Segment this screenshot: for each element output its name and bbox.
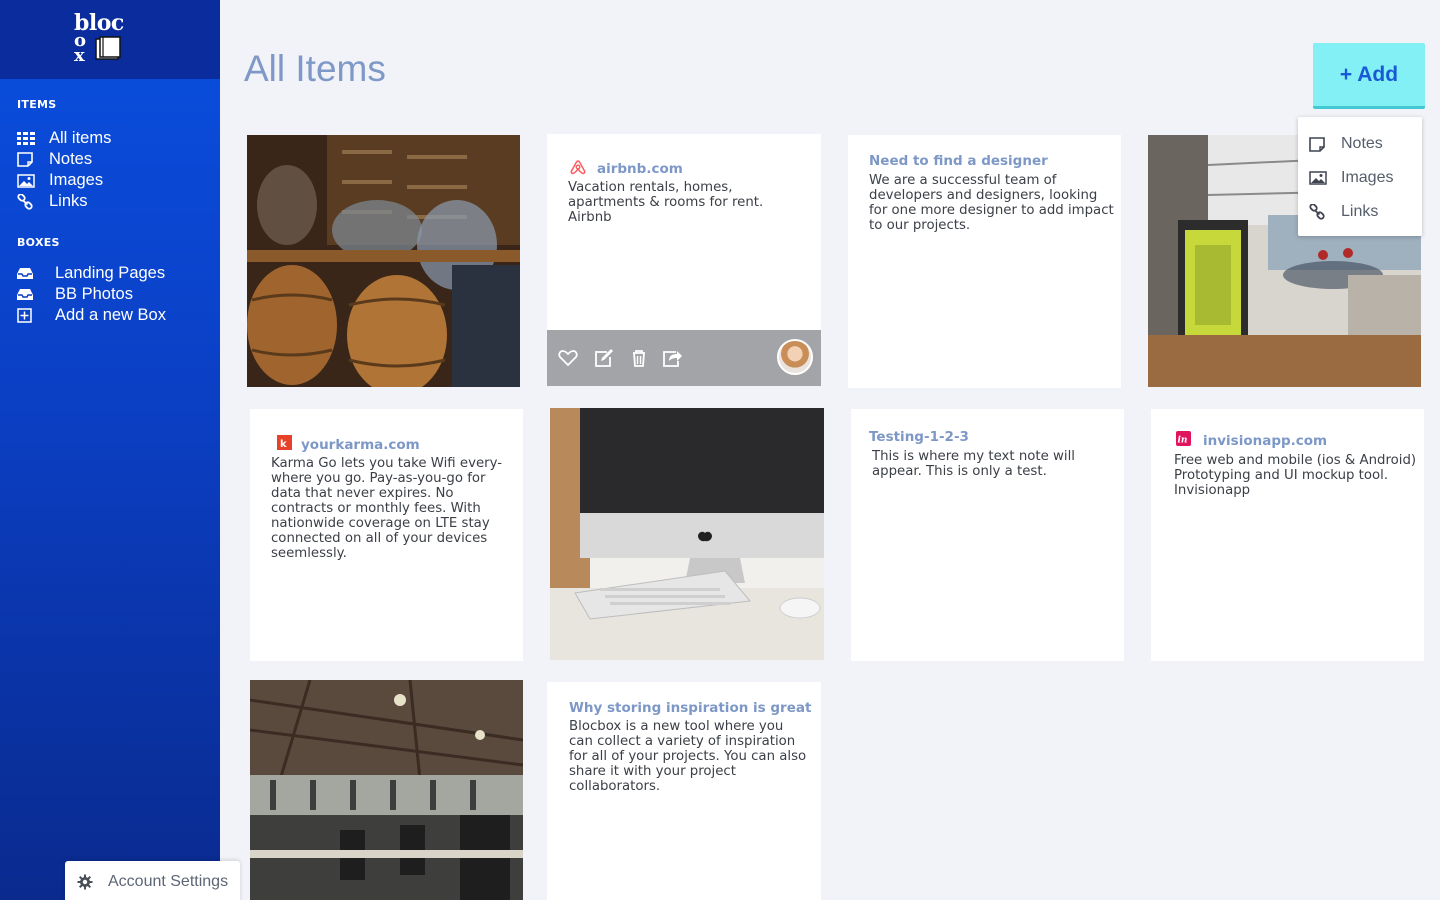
sidebar-box-label: Add a new Box [55,306,166,324]
svg-text:in: in [1178,436,1188,446]
book-icon [95,36,121,60]
heart-icon[interactable] [557,348,579,368]
note-card-designer[interactable]: Need to find a designer We are a success… [848,135,1121,388]
link-icon [1309,204,1329,220]
logo-bar: bloc o x [0,0,220,79]
avatar[interactable] [777,339,813,375]
card-title[interactable]: Testing-1-2-3 [869,429,969,445]
add-menu-label: Notes [1341,135,1383,152]
image-card-bar-photo[interactable] [247,135,520,387]
sidebar-item-label: Notes [49,150,93,168]
edit-icon[interactable] [593,348,615,368]
card-action-bar [547,330,821,386]
card-title[interactable]: invisionapp.com [1203,433,1327,449]
sidebar-box-label: Landing Pages [55,264,166,282]
logo-text-line3: x [74,45,85,66]
plus-box-icon [17,308,37,324]
add-menu-links[interactable]: Links [1298,195,1422,229]
card-text: Free web and mobile (ios & Android) Prot… [1174,453,1417,498]
invision-icon: in [1176,431,1191,446]
gear-icon [77,874,93,890]
note-card-testing[interactable]: Testing-1-2-3 This is where my text note… [851,409,1124,661]
items-section-title: ITEMS [17,98,57,111]
svg-text:k: k [280,439,287,450]
card-title[interactable]: airbnb.com [597,161,683,177]
add-menu-images[interactable]: Images [1298,161,1422,195]
note-card-inspiration[interactable]: Why storing inspiration is great Blocbox… [547,682,821,900]
sidebar-box-landing-pages[interactable]: Landing Pages [17,263,165,284]
image-icon [17,173,37,189]
add-button[interactable]: + Add [1313,43,1425,109]
sidebar-item-links[interactable]: Links [17,191,88,212]
share-icon[interactable] [661,348,683,368]
card-text: Blocbox is a new tool where you can coll… [569,719,807,794]
sidebar-item-label: Links [49,192,88,210]
imac-photo-image [550,408,824,660]
link-card-airbnb[interactable]: airbnb.com Vacation rentals, homes, apar… [547,134,821,386]
karma-icon: k [277,435,292,450]
account-settings-button[interactable]: Account Settings [65,861,240,900]
workspace-photo-image [250,680,523,900]
sidebar-item-label: All items [49,129,112,147]
sidebar-item-notes[interactable]: Notes [17,149,92,170]
card-text: This is where my text note will appear. … [872,449,1075,479]
note-icon [17,152,37,168]
grid-icon [17,131,37,147]
inbox-icon [17,287,37,303]
inbox-icon [17,266,37,282]
bar-photo-image [247,135,520,387]
add-menu-label: Links [1341,203,1379,220]
sidebar-add-box[interactable]: Add a new Box [17,305,166,326]
blocbox-logo[interactable]: bloc o x [74,12,126,66]
sidebar-box-label: BB Photos [55,285,133,303]
card-title[interactable]: yourkarma.com [301,437,420,453]
boxes-section-title: BOXES [17,236,60,249]
note-icon [1309,136,1329,152]
airbnb-icon [570,160,586,175]
image-card-imac-photo[interactable] [550,408,824,660]
sidebar-item-images[interactable]: Images [17,170,103,191]
sidebar-item-all-items[interactable]: All items [17,128,111,149]
card-text: Karma Go lets you take Wifi every-where … [271,456,503,561]
account-settings-label: Account Settings [108,873,229,890]
link-icon [17,193,37,210]
sidebar: bloc o x ITEMS All items Notes Images Li… [0,0,220,900]
card-text: We are a successful team of developers a… [869,173,1114,233]
add-menu-label: Images [1341,169,1394,186]
card-text: Vacation rentals, homes, apartments & ro… [568,180,764,225]
card-title[interactable]: Need to find a designer [869,153,1048,169]
page-title: All Items [244,48,386,89]
add-menu-notes[interactable]: Notes [1298,127,1422,161]
card-title[interactable]: Why storing inspiration is great [569,700,811,716]
link-card-yourkarma[interactable]: k yourkarma.com Karma Go lets you take W… [250,409,523,661]
link-card-invisionapp[interactable]: in invisionapp.com Free web and mobile (… [1151,409,1424,661]
sidebar-box-bb-photos[interactable]: BB Photos [17,284,133,305]
add-dropdown-menu: Notes Images Links [1298,117,1422,236]
image-icon [1309,170,1329,186]
trash-icon[interactable] [628,348,650,368]
sidebar-item-label: Images [49,171,104,189]
image-card-workspace-photo[interactable] [250,680,523,900]
